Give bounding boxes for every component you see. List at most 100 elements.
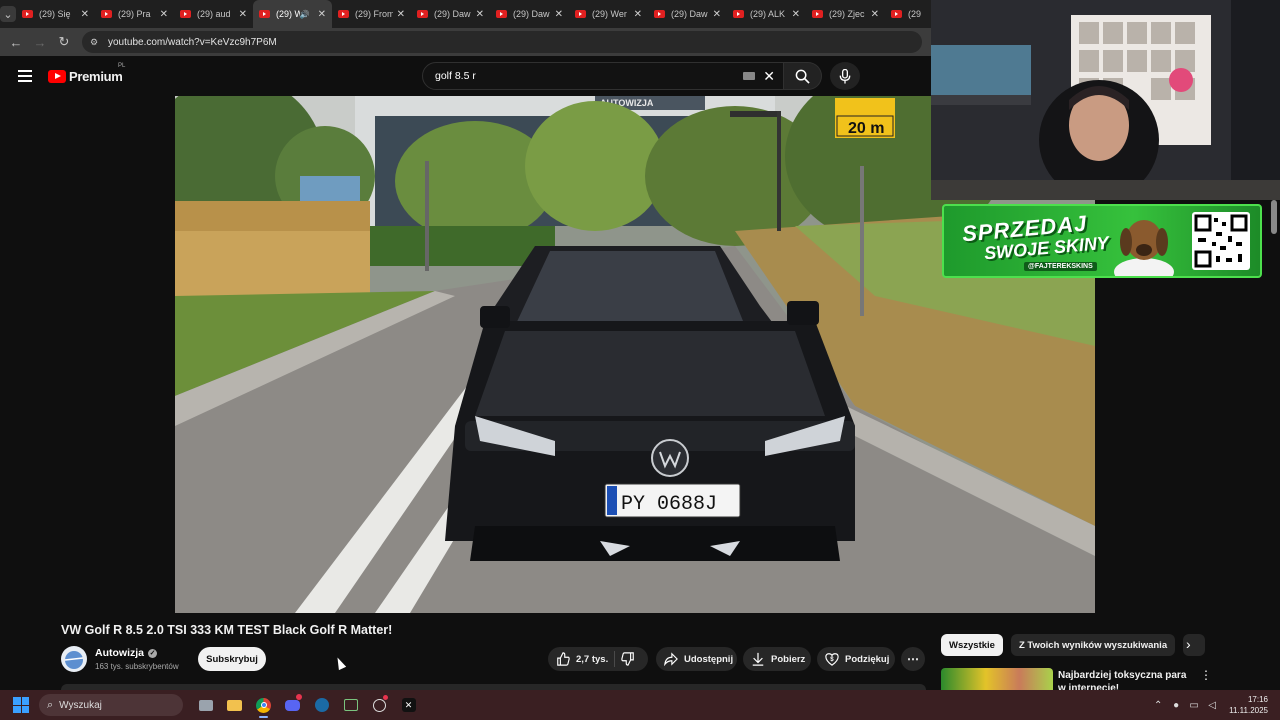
url-field[interactable]: ⚙ youtube.com/watch?v=KeVzc9h7P6M [82,31,922,53]
tab-search-button[interactable]: ⌄ [0,0,16,28]
steam-icon[interactable] [307,691,336,719]
chip-all[interactable]: Wszystkie [941,634,1003,656]
tab-title: (29) Daw [671,9,708,19]
file-explorer-icon[interactable] [220,691,249,719]
youtube-favicon-icon [101,10,112,18]
dislike-button[interactable] [621,652,635,666]
like-dislike-group: 2,7 tys. [548,647,648,671]
tab-title: (29) Wer [592,9,627,19]
xbox-icon[interactable] [336,691,365,719]
verified-icon: ✓ [148,648,157,658]
subscribe-button[interactable]: Subskrybuj [198,647,266,671]
tab-title: (29) Daw [513,9,550,19]
youtube-favicon-icon [22,10,33,18]
browser-tab[interactable]: (29) Zjec ✕ [806,0,885,28]
download-icon [752,652,764,666]
app-launcher-icon[interactable] [365,691,394,719]
svg-text:$: $ [830,656,834,663]
license-plate: PY 0688J [621,493,717,516]
system-tray: ⌃ ● ▭ ◁ 17:16 11.11.2025 [1149,690,1280,720]
tab-close-icon[interactable]: ✕ [555,9,563,20]
tab-close-icon[interactable]: ✕ [239,9,247,20]
network-icon[interactable]: ▭ [1185,700,1203,711]
chevron-down-icon: ⌄ [0,6,16,22]
reload-icon[interactable]: ↻ [52,34,76,50]
thumbs-up-icon [557,652,570,666]
tab-title: (29) aud [197,9,231,19]
tab-close-icon[interactable]: ✕ [634,9,642,20]
clear-icon[interactable]: ✕ [763,68,775,85]
chip-from-search[interactable]: Z Twoich wyników wyszukiwania [1010,634,1176,656]
back-arrow-icon[interactable]: ← [4,35,28,50]
voice-search-button[interactable] [830,62,860,90]
youtube-header: Premium PL golf 8.5 r ✕ [0,56,931,96]
youtube-logo[interactable]: Premium PL [48,63,125,84]
more-icon: ⋯ [907,652,919,666]
more-actions-button[interactable]: ⋯ [901,647,925,671]
recommended-thumbnail[interactable] [941,668,1053,690]
menu-icon[interactable] [18,67,32,85]
browser-tab[interactable]: (29) ALK ✕ [727,0,806,28]
recommended-more-icon[interactable]: ⋮ [1200,668,1212,682]
tab-title: (29) Się [39,9,71,19]
tab-title: (29) W [276,9,300,19]
thanks-button[interactable]: $ Podziękuj [817,647,895,671]
tab-close-icon[interactable]: ✕ [81,9,89,20]
clock-time: 17:16 [1247,695,1268,704]
windows-start-icon[interactable] [13,697,29,713]
subscriber-count: 163 tys. subskrybentów [95,662,179,671]
volume-icon[interactable]: ◁ [1203,700,1221,711]
browser-tab[interactable]: (29) Pra ✕ [95,0,174,28]
page-scrollbar[interactable] [1271,200,1277,234]
channel-name[interactable]: Autowizja ✓ [95,647,157,659]
tray-expand-icon[interactable]: ⌃ [1149,700,1167,711]
speaker-icon[interactable]: 🔊 [300,10,310,19]
tab-title: (29) Daw [434,9,471,19]
tab-title: (29) Zjec [829,9,865,19]
download-button[interactable]: Pobierz [743,647,811,671]
task-view-icon[interactable] [191,691,220,719]
url-text: youtube.com/watch?v=KeVzc9h7P6M [108,36,277,48]
taskbar-search[interactable]: ⌕ Wyszukaj [39,694,183,716]
search-input[interactable]: golf 8.5 r ✕ [422,62,784,90]
browser-tab[interactable]: (29) aud ✕ [174,0,253,28]
forward-arrow-icon[interactable]: → [28,35,52,50]
share-icon [664,652,678,666]
tab-close-icon[interactable]: ✕ [160,9,168,20]
capcut-icon[interactable]: ✕ [394,691,423,719]
tab-close-icon[interactable]: ✕ [871,9,879,20]
chevron-right-icon[interactable]: › [1186,636,1191,652]
mouse-cursor-icon [333,655,347,671]
search-icon: ⌕ [47,698,54,711]
browser-tab[interactable]: (29) From ✕ [332,0,411,28]
tab-close-icon[interactable]: ✕ [397,9,405,20]
channel-name-text: Autowizja [95,647,144,659]
tab-close-icon[interactable]: ✕ [713,9,721,20]
clock[interactable]: 17:16 11.11.2025 [1229,694,1268,716]
like-button[interactable]: 2,7 tys. [548,652,608,666]
tab-title: (29) Pra [118,9,151,19]
youtube-favicon-icon [496,10,507,18]
keyboard-icon[interactable] [743,72,755,80]
tab-strip: (29) Się ✕ (29) Pra ✕ (29) aud ✕ (29) W 🔊 ✕ (29) … [16,0,964,28]
tab-close-icon[interactable]: ✕ [318,9,326,20]
recommended-title[interactable]: Najbardziej toksyczna para w internecie! [1058,669,1188,690]
clock-date: 11.11.2025 [1229,706,1268,715]
promo-banner: SPRZEDAJ SWOJE SKINY @FAJTEREKSKINS [942,204,1262,278]
search-button[interactable] [784,62,822,90]
youtube-favicon-icon [812,10,823,18]
channel-avatar[interactable] [61,646,87,672]
browser-tab[interactable]: (29) Daw ✕ [648,0,727,28]
tab-close-icon[interactable]: ✕ [792,9,800,20]
browser-tab[interactable]: (29) Wer ✕ [569,0,648,28]
site-info-icon[interactable]: ⚙ [90,37,102,47]
tab-close-icon[interactable]: ✕ [476,9,484,20]
browser-tab[interactable]: (29) Daw ✕ [411,0,490,28]
microphone-tray-icon[interactable]: ● [1167,700,1185,711]
browser-tab[interactable]: (29) Się ✕ [16,0,95,28]
browser-tab[interactable]: (29) W 🔊 ✕ [253,0,332,28]
share-button[interactable]: Udostępnij [656,647,737,671]
browser-tab[interactable]: (29) Daw ✕ [490,0,569,28]
discord-icon[interactable] [278,691,307,719]
chrome-icon[interactable] [249,691,278,719]
